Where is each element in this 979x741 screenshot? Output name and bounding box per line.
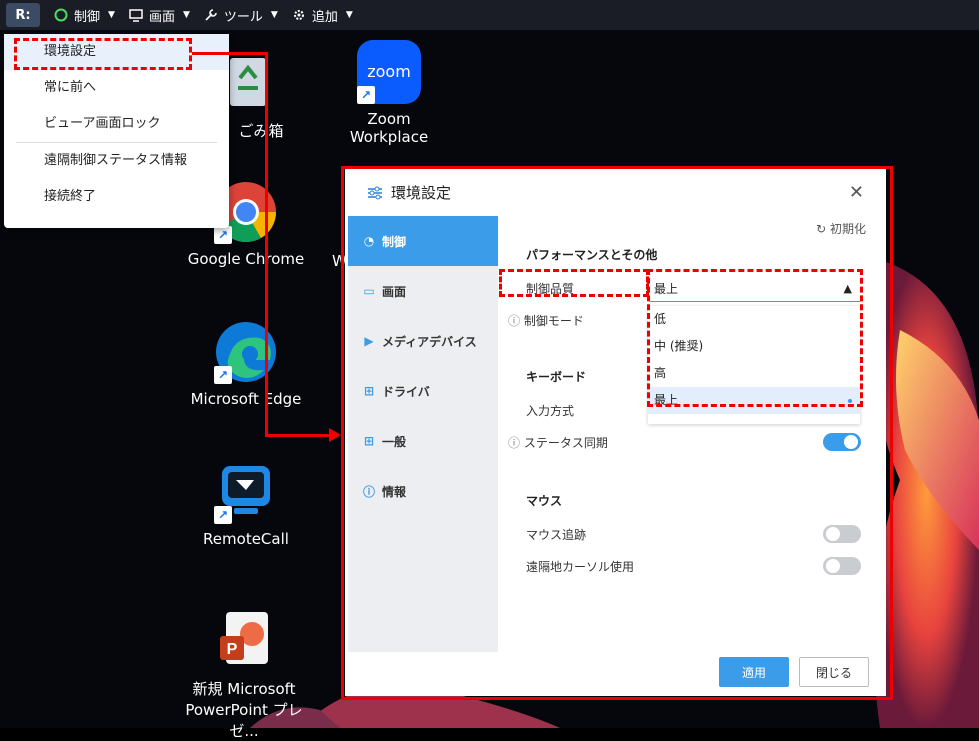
shortcut-arrow-icon: ↗ [214,226,232,244]
annotation-line [265,434,331,437]
menu-control-label: 制御 [74,9,101,25]
edge-label: Microsoft Edge [190,390,302,408]
remotecall-label: RemoteCall [203,530,289,548]
desktop-icon-powerpoint[interactable]: P 新規 Microsoft PowerPoint プレゼ... [174,608,314,741]
viewer-toolbar: R: 制御 ▼ 画面 ▼ ツール ▼ 追加 ▼ [0,0,979,30]
monitor-icon [129,8,143,22]
menu-add-label: 追加 [311,9,338,25]
chevron-down-icon: ▼ [270,10,278,20]
wrench-icon [204,8,218,22]
menu-item-remote-status[interactable]: 遠隔制御ステータス情報 [4,143,229,179]
menu-control[interactable]: 制御 ▼ [54,0,115,30]
highlight-preferences-item [14,38,192,70]
menu-item-disconnect[interactable]: 接続終了 [4,179,229,215]
svg-text:P: P [227,641,238,658]
annotation-line [265,52,268,437]
highlight-dialog [341,166,893,700]
menu-tools[interactable]: ツール ▼ [204,0,278,30]
shortcut-arrow-icon: ↗ [357,86,375,104]
chevron-down-icon: ▼ [345,10,353,20]
desktop-icon-remotecall[interactable]: ↗ RemoteCall [186,460,306,548]
powerpoint-icon: P [212,608,276,672]
menu-tools-label: ツール [223,9,263,25]
control-icon [54,8,68,22]
highlight-quality-label [499,269,649,297]
remotecall-icon: ↗ [214,460,278,524]
app-logo-button[interactable]: R: [6,3,40,27]
menu-screen[interactable]: 画面 ▼ [129,0,190,30]
powerpoint-label-line1: 新規 Microsoft [192,680,296,698]
chevron-down-icon: ▼ [182,10,190,20]
desktop-icon-zoom[interactable]: zoom ↗ Zoom Workplace [329,40,449,146]
menu-item-always-on-top[interactable]: 常に前へ [4,70,229,106]
arrow-right-icon [329,428,341,442]
zoom-logo-icon: zoom ↗ [357,40,421,104]
annotation-line [192,52,268,55]
edge-icon: ↗ [214,320,278,384]
chevron-down-icon: ▼ [108,10,115,20]
gear-icon [292,8,306,22]
menu-screen-label: 画面 [148,9,175,25]
desktop-icon-edge[interactable]: ↗ Microsoft Edge [186,320,306,408]
menu-add[interactable]: 追加 ▼ [292,0,353,30]
chrome-label: Google Chrome [187,250,305,268]
shortcut-arrow-icon: ↗ [214,506,232,524]
menu-item-viewer-lock[interactable]: ビューア画面ロック [4,106,229,142]
zoom-label: Zoom Workplace [349,110,429,146]
highlight-quality-dropdown [647,269,863,407]
shortcut-arrow-icon: ↗ [214,366,232,384]
powerpoint-label-line2: PowerPoint プレゼ... [185,701,303,740]
